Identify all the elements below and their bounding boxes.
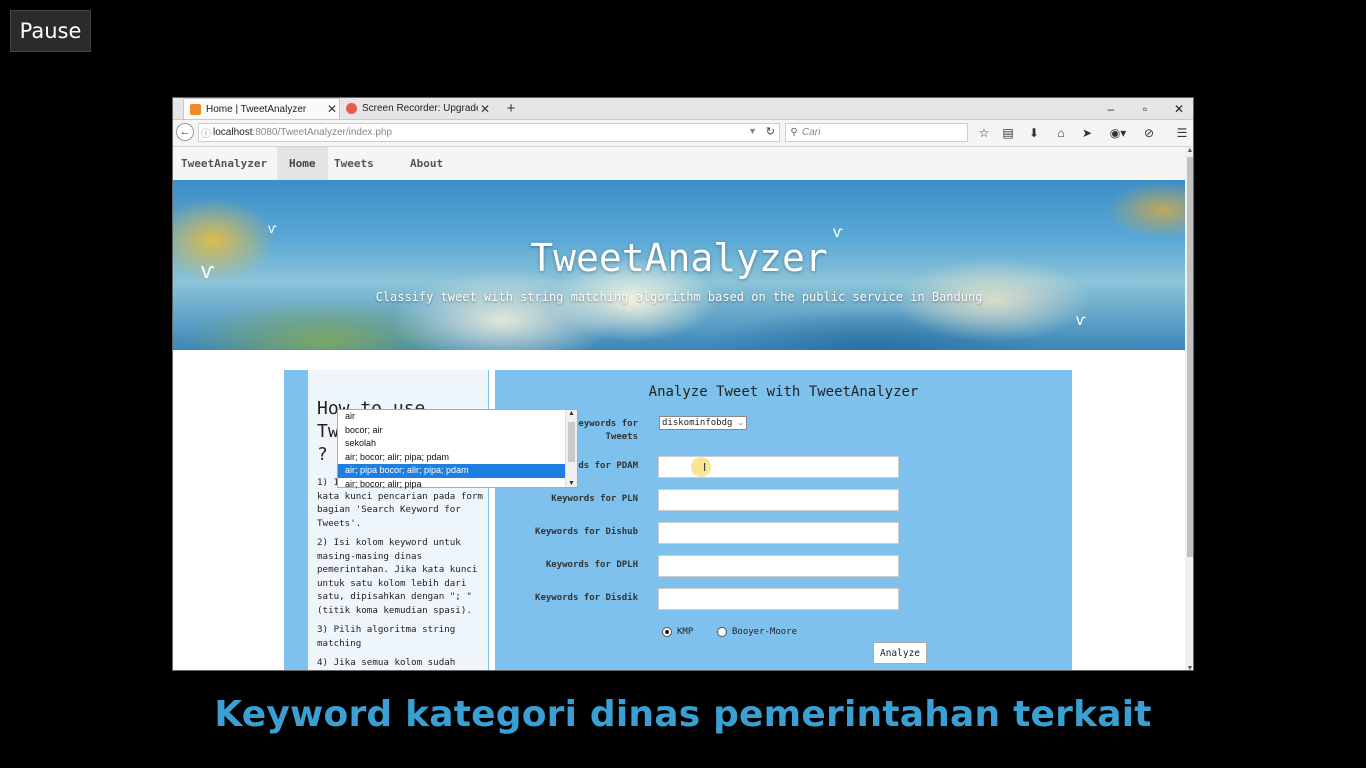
nav-tweets[interactable]: Tweets — [322, 147, 386, 180]
tab-home[interactable]: Home | TweetAnalyzer ✕ — [183, 98, 340, 119]
hero-title: TweetAnalyzer — [530, 236, 828, 280]
tab-title: Home | TweetAnalyzer — [206, 103, 307, 115]
autocomplete-option[interactable]: air — [338, 410, 565, 424]
algorithm-label: KMP — [677, 627, 694, 637]
reading-list-icon[interactable]: ▤ — [998, 124, 1018, 142]
site-navbar: TweetAnalyzer Home Tweets About — [173, 147, 1185, 180]
hero-banner: ⱱ ⱱ ⱱ ⱱ TweetAnalyzer Classify tweet wit… — [173, 180, 1185, 350]
restore-icon[interactable]: ▫ — [1130, 98, 1160, 119]
dplh-keywords-input[interactable] — [658, 555, 899, 577]
scroll-up-icon[interactable]: ▲ — [1185, 147, 1193, 154]
tab-bar: Home | TweetAnalyzer ✕ Screen Recorder: … — [173, 98, 1193, 120]
xampp-favicon-icon — [190, 103, 201, 115]
back-arrow-icon[interactable]: ← — [176, 123, 194, 141]
dishub-label: Keywords for Dishub — [535, 527, 638, 537]
pocket-send-icon[interactable]: ➤ — [1077, 124, 1097, 142]
algorithm-label: Booyer-Moore — [732, 627, 798, 637]
minimize-icon[interactable]: – — [1096, 98, 1126, 119]
bookmark-star-icon[interactable]: ☆ — [974, 124, 994, 142]
scroll-up-icon[interactable]: ▲ — [566, 410, 577, 417]
scroll-down-icon[interactable]: ▼ — [566, 480, 577, 487]
search-icon: ⚲ — [790, 127, 798, 138]
disdik-label: Keywords for Disdik — [535, 593, 638, 603]
nav-home[interactable]: Home — [277, 147, 328, 180]
site-brand[interactable]: TweetAnalyzer — [181, 157, 267, 170]
autocomplete-scrollbar[interactable]: ▲ ▼ — [565, 410, 577, 487]
new-tab-icon[interactable]: + — [501, 98, 521, 119]
extension-icon[interactable]: ◉▾ — [1105, 124, 1131, 142]
search-keywords-value: diskominfobdg — [662, 418, 733, 428]
pln-keywords-input[interactable] — [658, 489, 899, 511]
autocomplete-option[interactable]: air; bocor; alir; pipa — [338, 478, 565, 492]
autocomplete-option-selected[interactable]: air; pipa bocor; alir; pipa; pdam — [338, 464, 565, 478]
scroll-down-icon[interactable]: ▼ — [1185, 665, 1193, 670]
page-scrollbar[interactable]: ▲ ▼ — [1185, 147, 1193, 670]
bird-icon: ⱱ — [1076, 312, 1086, 329]
tab-title: Screen Recorder: Upgrade ... — [362, 103, 478, 114]
howto-step: 2) Isi kolom keyword untuk masing-masing… — [317, 537, 478, 616]
dplh-label: Keywords for DPLH — [545, 560, 638, 570]
page-viewport: TweetAnalyzer Home Tweets About ⱱ ⱱ ⱱ ⱱ … — [173, 147, 1185, 670]
pause-button[interactable]: Pause — [10, 10, 91, 52]
url-dropdown-icon[interactable]: ▼ — [748, 126, 757, 136]
mouse-highlight — [691, 457, 711, 477]
reload-icon[interactable]: ↻ — [766, 125, 775, 138]
browser-window: Home | TweetAnalyzer ✕ Screen Recorder: … — [172, 97, 1194, 671]
analyze-form-panel: Analyze Tweet with TweetAnalyzer Search … — [495, 370, 1072, 670]
autocomplete-dropdown: air bocor; air sekolah air; bocor; alir;… — [337, 409, 578, 489]
search-bar[interactable]: ⚲ Cari — [785, 123, 968, 142]
pln-label: Keywords for PLN — [551, 494, 638, 504]
home-icon[interactable]: ⌂ — [1051, 124, 1071, 142]
url-path: :8080/TweetAnalyzer/index.php — [252, 127, 393, 138]
howto-step: 4) Jika semua kolom sudah — [317, 657, 456, 668]
recorder-favicon-icon — [346, 103, 357, 114]
navigation-toolbar: ← ⓘ localhost:8080/TweetAnalyzer/index.p… — [173, 120, 1193, 147]
disdik-keywords-input[interactable] — [658, 588, 899, 610]
site-info-icon[interactable]: ⓘ — [199, 125, 213, 140]
close-tab-icon[interactable]: ✕ — [478, 102, 492, 116]
video-caption: Keyword kategori dinas pemerintahan terk… — [214, 694, 1152, 735]
scrollbar-thumb[interactable] — [1187, 157, 1193, 557]
text-cursor-icon: I — [703, 461, 707, 474]
pdam-keywords-input[interactable]: I — [658, 456, 899, 478]
radio-empty-icon[interactable] — [717, 627, 727, 637]
close-tab-icon[interactable]: ✕ — [325, 102, 339, 116]
autocomplete-option[interactable]: air; bocor; alir; pipa; pdam — [338, 451, 565, 465]
howto-step: 3) Pilih algoritma string matching — [317, 624, 456, 649]
url-bar[interactable]: ⓘ localhost:8080/TweetAnalyzer/index.php… — [198, 123, 780, 142]
autocomplete-option[interactable]: bocor; air — [338, 424, 565, 438]
scrollbar-thumb[interactable] — [568, 422, 575, 462]
search-keywords-select[interactable]: diskominfobdg ⌵ — [659, 416, 747, 430]
radio-selected-icon[interactable] — [662, 627, 672, 637]
autocomplete-option[interactable]: sekolah — [338, 437, 565, 451]
menu-icon[interactable]: ☰ — [1172, 124, 1192, 142]
analyze-button[interactable]: Analyze — [873, 642, 927, 664]
algorithm-option-kmp[interactable]: KMP — [662, 627, 693, 637]
search-placeholder: Cari — [802, 127, 821, 138]
download-icon[interactable]: ⬇ — [1024, 124, 1044, 142]
bird-icon: ⱱ — [268, 220, 277, 236]
close-window-icon[interactable]: ✕ — [1164, 98, 1193, 119]
howto-steps: 1) Isi form di sebelah. Pilih kata kunci… — [317, 476, 485, 670]
nav-about[interactable]: About — [398, 147, 455, 180]
url-host: localhost — [213, 127, 253, 138]
tab-screen-recorder[interactable]: Screen Recorder: Upgrade ... ✕ — [340, 98, 492, 119]
dishub-keywords-input[interactable] — [658, 522, 899, 544]
algorithm-option-boyer-moore[interactable]: Booyer-Moore — [717, 627, 797, 637]
addon-icon[interactable]: ⊘ — [1139, 124, 1159, 142]
chevron-down-icon: ⌵ — [738, 418, 743, 427]
hero-subtitle: Classify tweet with string matching algo… — [375, 290, 983, 304]
form-title: Analyze Tweet with TweetAnalyzer — [648, 384, 919, 400]
